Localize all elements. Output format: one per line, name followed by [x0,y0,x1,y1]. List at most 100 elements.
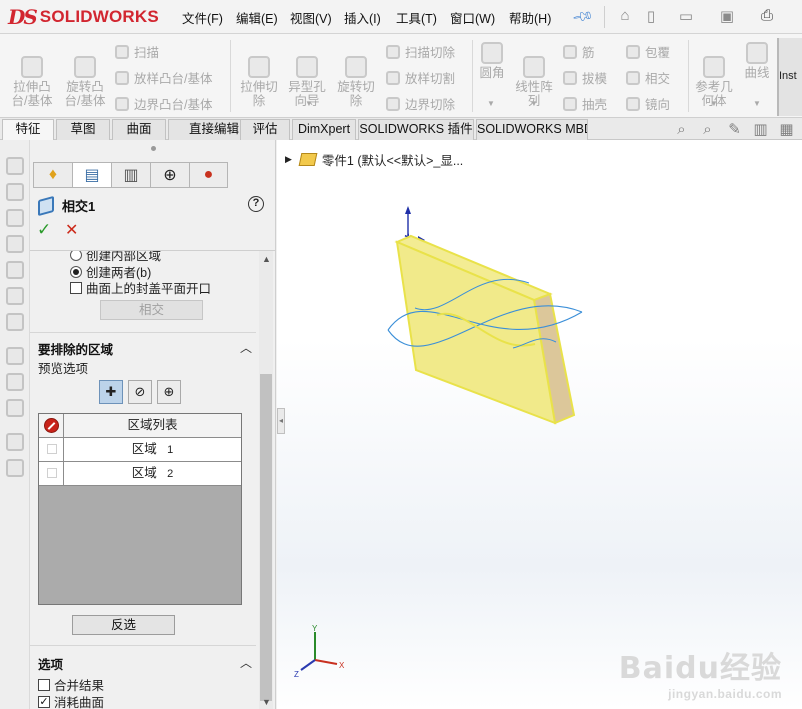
boundary-cut-button[interactable]: 边界切除 [386,94,455,113]
table-row[interactable]: 区域 1 [39,438,241,462]
menu-file[interactable]: 文件(F) [182,8,223,27]
zoom-to-area-icon[interactable]: ⌕ [699,121,716,138]
show-included-regions-icon[interactable]: ✚ [99,380,123,404]
measure-icon[interactable] [6,373,24,391]
tab-surfaces[interactable]: 曲面 [112,119,166,140]
feature-manager-tab[interactable]: ♦ [33,162,72,188]
display-manager-tab[interactable]: ● [189,162,228,188]
cancel-button[interactable]: ✕ [65,220,78,240]
dimxpert-manager-tab[interactable]: ⊕ [150,162,189,188]
cube-view-icon[interactable] [6,183,24,201]
ok-button[interactable]: ✓ [37,220,51,240]
layer-icon[interactable] [6,433,24,451]
pin-icon[interactable]: 📌︎ [571,4,595,28]
collapse-caret-icon[interactable]: ︿ [240,339,252,356]
cube-view-icon[interactable] [6,287,24,305]
swept-cut-button[interactable]: 扫描切除 [386,42,455,61]
curves-button[interactable]: 曲线 [740,42,774,80]
panel-grip[interactable] [151,146,156,151]
tab-sketch[interactable]: 草图 [56,119,110,140]
tab-dimxpert[interactable]: DimXpert [292,119,356,140]
menu-view[interactable]: 视图(V) [290,8,332,27]
mirror-button[interactable]: 镜向 [626,94,670,113]
menu-window[interactable]: 窗口(W) [450,8,495,27]
graphics-area[interactable]: ◂ ▶ 零件1 (默认<<默认>_显... ✱ Y X Z Baidu经验 [277,140,802,709]
consume-surfaces-checkbox[interactable]: ✓ 消耗曲面 [38,692,104,709]
measure-icon[interactable] [6,399,24,417]
revolved-boss-button[interactable]: 旋转凸 台/基体 [61,42,109,108]
open-folder-icon[interactable]: ▭ [677,7,695,25]
intersect-button[interactable]: 相交 [626,68,670,87]
preview-options-label: 预览选项 [38,362,89,376]
curves-label: 曲线 [744,66,770,80]
previous-view-icon[interactable]: ✎ [726,121,743,138]
divider [30,645,256,646]
rib-button[interactable]: 筋 [563,42,595,61]
fillet-button[interactable]: 圆角 [476,42,508,80]
exclude-cell[interactable] [39,438,64,461]
configuration-manager-tab[interactable]: ▥ [111,162,150,188]
menu-edit[interactable]: 编辑(E) [236,8,278,27]
chevron-down-icon[interactable]: ▼ [305,99,313,108]
layer-icon[interactable] [6,459,24,477]
boundary-cut-label: 边界切除 [405,98,456,112]
new-document-icon[interactable]: ▯ [642,7,660,25]
tab-features[interactable]: 特征 [2,119,54,140]
boundary-boss-button[interactable]: 边界凸台/基体 [115,94,212,113]
cube-view-icon[interactable] [6,261,24,279]
scroll-up-icon[interactable]: ▲ [262,254,271,264]
zoom-to-fit-icon[interactable]: ⌕ [673,121,690,138]
home-icon[interactable]: ⌂ [616,7,634,25]
flip-selection-button[interactable]: 反选 [72,615,175,635]
table-row[interactable]: 区域 2 [39,462,241,486]
cube-view-icon[interactable] [6,235,24,253]
print-icon[interactable]: ⎙ [758,7,776,25]
exclude-checkbox[interactable] [47,468,57,478]
tab-evaluate[interactable]: 评估 [240,119,290,140]
measure-icon[interactable] [6,347,24,365]
section-view-icon[interactable]: ▥ [752,121,769,138]
sweep-button[interactable]: 扫描 [115,42,159,61]
instant3d-button[interactable]: Inst [777,38,802,116]
exclude-cell[interactable] [39,462,64,485]
exclude-checkbox[interactable] [47,444,57,454]
part-model[interactable]: ✱ [277,140,802,620]
menu-tools[interactable]: 工具(T) [396,8,437,27]
lofted-cut-label: 放样切割 [405,72,456,86]
menu-help[interactable]: 帮助(H) [509,8,551,27]
view-orientation-icon[interactable]: ▦ [778,121,795,138]
feature-title-text: 相交1 [62,199,96,214]
tab-solidworks-addins[interactable]: SOLIDWORKS 插件 [358,119,474,140]
checkbox-checked: ✓ [38,695,50,708]
cap-planar-openings-checkbox[interactable]: 曲面上的封盖平面开口 [70,278,211,297]
scroll-down-icon[interactable]: ▼ [262,697,271,707]
extruded-cut-button[interactable]: 拉伸切 除 [236,42,282,108]
chevron-down-icon[interactable]: ▼ [487,99,495,108]
save-icon[interactable]: ▣ [718,7,736,25]
extruded-boss-button[interactable]: 拉伸凸 台/基体 [8,42,56,108]
cube-view-icon[interactable] [6,313,24,331]
scroll-thumb[interactable] [260,374,272,701]
chevron-down-icon[interactable]: ▼ [710,99,718,108]
hide-excluded-regions-icon[interactable]: ⊘ [128,380,152,404]
cube-view-icon[interactable] [6,157,24,175]
help-icon[interactable]: ? [248,196,264,212]
wrap-button[interactable]: 包覆 [626,42,670,61]
intersect-action-button[interactable]: 相交 [100,300,203,320]
loft-button[interactable]: 放样凸台/基体 [115,68,212,87]
tab-solidworks-mbd[interactable]: SOLIDWORKS MBD [476,119,588,140]
cube-view-icon[interactable] [6,209,24,227]
hole-wizard-icon [296,56,318,78]
property-manager-tab[interactable]: ▤ [72,162,111,188]
collapse-caret-icon[interactable]: ︿ [240,654,252,671]
show-excluded-regions-icon[interactable]: ⊕ [157,380,181,404]
revolved-cut-button[interactable]: 旋转切 除 [333,42,379,108]
vertical-scrollbar[interactable]: ▲ ▼ [259,251,273,709]
solidworks-logo[interactable]: DS SOLIDWORKS [8,5,159,29]
lofted-cut-button[interactable]: 放样切割 [386,68,455,87]
chevron-down-icon[interactable]: ▼ [530,99,538,108]
draft-button[interactable]: 拔模 [563,68,607,87]
shell-button[interactable]: 抽壳 [563,94,607,113]
chevron-down-icon[interactable]: ▼ [753,99,761,108]
menu-insert[interactable]: 插入(I) [344,8,381,27]
